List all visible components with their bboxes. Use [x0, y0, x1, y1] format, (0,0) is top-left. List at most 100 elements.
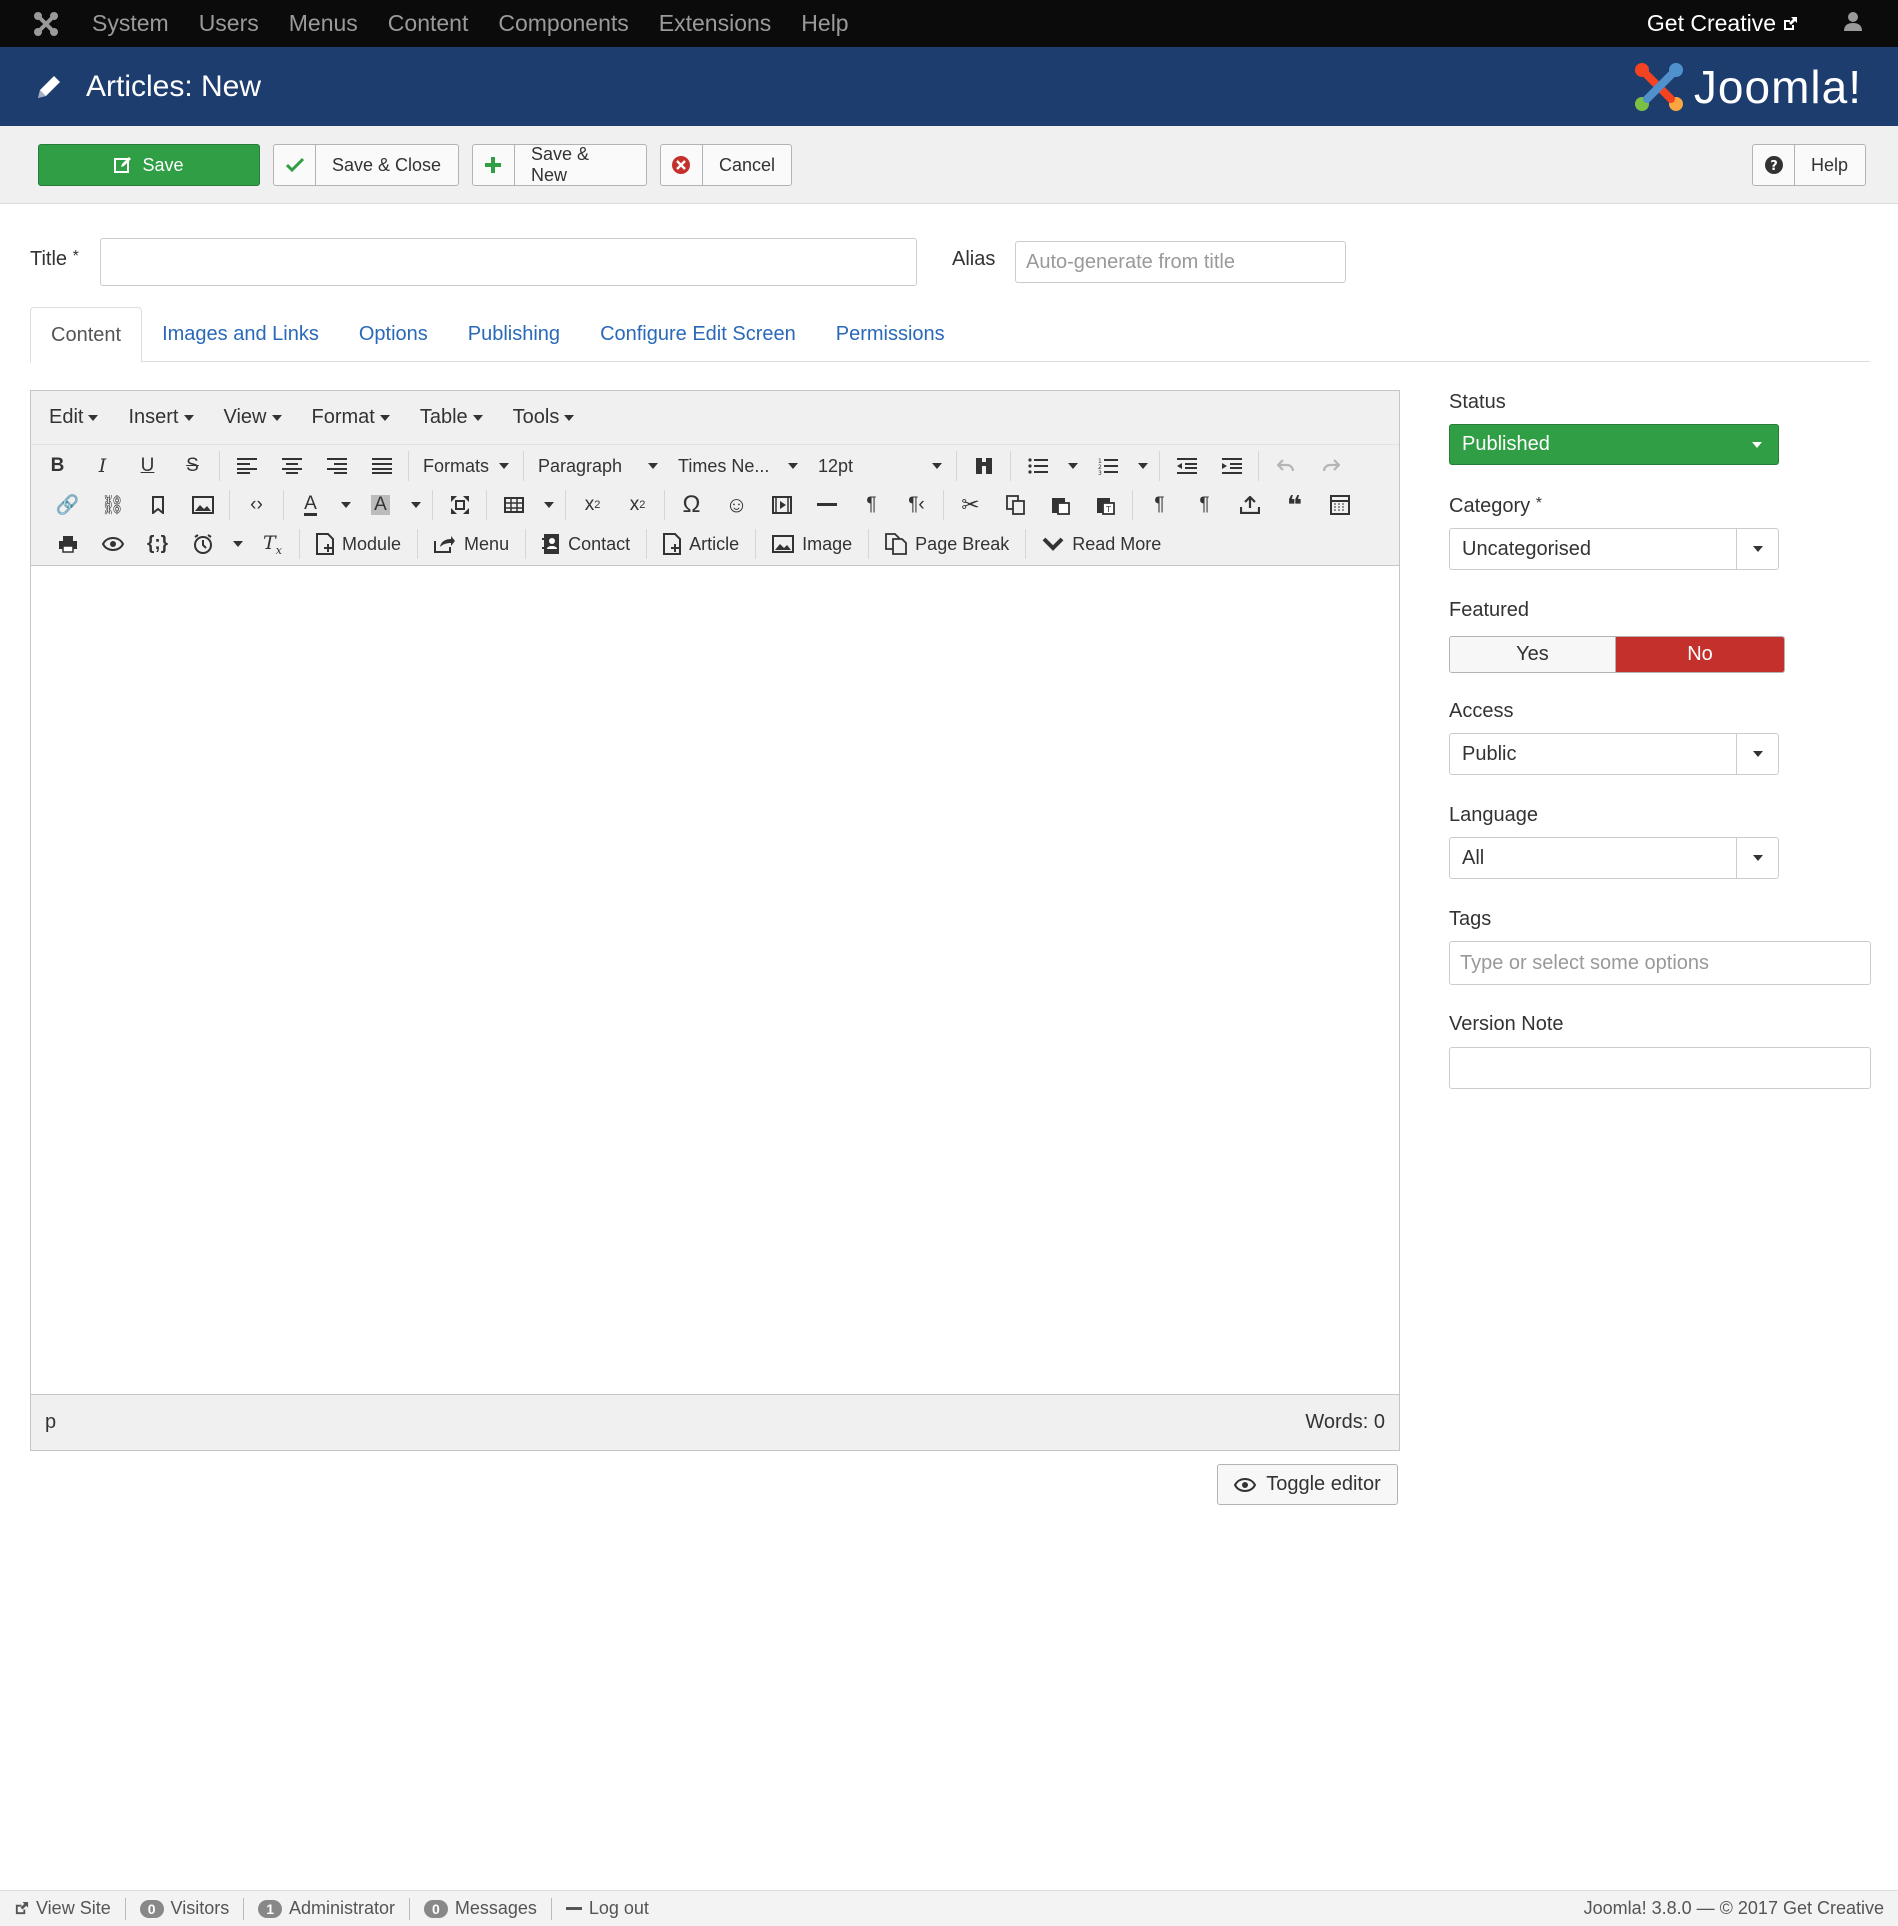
- insert-time-icon[interactable]: [180, 525, 225, 563]
- help-button[interactable]: ? Help: [1752, 144, 1866, 186]
- font-family-select[interactable]: Times Ne...: [668, 447, 808, 485]
- find-replace-icon[interactable]: [961, 447, 1006, 485]
- template-icon[interactable]: [1317, 486, 1362, 524]
- caret-down-icon[interactable]: [1130, 447, 1155, 485]
- contact-button[interactable]: Contact: [530, 525, 642, 563]
- toggle-editor-button[interactable]: Toggle editor: [1217, 1464, 1398, 1505]
- media-icon[interactable]: [759, 486, 804, 524]
- nav-extensions[interactable]: Extensions: [659, 10, 772, 37]
- clear-formatting-icon[interactable]: Tx: [250, 525, 295, 563]
- tab-images-links[interactable]: Images and Links: [142, 307, 339, 362]
- insert-upload-icon[interactable]: [1227, 486, 1272, 524]
- category-select[interactable]: Uncategorised: [1449, 528, 1779, 570]
- alias-input[interactable]: Auto-generate from title: [1015, 241, 1346, 283]
- save-button[interactable]: Save: [38, 144, 260, 186]
- save-close-button[interactable]: Save & Close: [273, 144, 459, 186]
- table-icon[interactable]: [491, 486, 536, 524]
- nav-content[interactable]: Content: [388, 10, 469, 37]
- strikethrough-icon[interactable]: S: [170, 447, 215, 485]
- tab-publishing[interactable]: Publishing: [448, 307, 580, 362]
- article-button[interactable]: Article: [651, 525, 751, 563]
- outdent-icon[interactable]: [1164, 447, 1209, 485]
- tab-configure-edit-screen[interactable]: Configure Edit Screen: [580, 307, 816, 362]
- version-note-input[interactable]: [1449, 1047, 1871, 1089]
- menu-format[interactable]: Format: [312, 406, 390, 429]
- ltr-icon[interactable]: ¶: [849, 486, 894, 524]
- code-icon[interactable]: ‹›: [234, 486, 279, 524]
- align-right-icon[interactable]: [314, 447, 359, 485]
- show-blocks-icon[interactable]: ¶: [1137, 486, 1182, 524]
- italic-icon[interactable]: I: [80, 447, 125, 485]
- access-select[interactable]: Public: [1449, 733, 1779, 775]
- administrator-link[interactable]: 1 Administrator: [244, 1897, 411, 1920]
- print-icon[interactable]: [45, 525, 90, 563]
- menu-tools[interactable]: Tools: [513, 406, 575, 429]
- blockquote-icon[interactable]: ❝: [1272, 486, 1317, 524]
- menu-table[interactable]: Table: [420, 406, 483, 429]
- messages-link[interactable]: 0 Messages: [410, 1897, 552, 1920]
- numbered-list-icon[interactable]: 123: [1085, 447, 1130, 485]
- tags-input[interactable]: Type or select some options: [1449, 941, 1871, 985]
- emoticons-icon[interactable]: ☺: [714, 486, 759, 524]
- code-sample-icon[interactable]: {;}: [135, 525, 180, 563]
- menu-insert[interactable]: Insert: [128, 406, 194, 429]
- save-new-button[interactable]: Save & New: [472, 144, 647, 186]
- caret-down-icon[interactable]: [536, 486, 561, 524]
- font-size-select[interactable]: 12pt: [808, 447, 952, 485]
- cancel-button[interactable]: Cancel: [660, 144, 792, 186]
- element-path[interactable]: p: [45, 1411, 56, 1434]
- featured-no-button[interactable]: No: [1616, 637, 1784, 672]
- rtl-icon[interactable]: ¶‹: [894, 486, 939, 524]
- indent-icon[interactable]: [1209, 447, 1254, 485]
- image-icon[interactable]: [180, 486, 225, 524]
- user-icon[interactable]: [1844, 11, 1862, 36]
- undo-icon[interactable]: [1263, 447, 1308, 485]
- tab-options[interactable]: Options: [339, 307, 448, 362]
- text-color-icon[interactable]: A: [288, 486, 333, 524]
- subscript-icon[interactable]: x2: [570, 486, 615, 524]
- menu-view[interactable]: View: [224, 406, 282, 429]
- redo-icon[interactable]: [1308, 447, 1353, 485]
- paste-text-icon[interactable]: T: [1083, 486, 1128, 524]
- nav-system[interactable]: System: [92, 10, 169, 37]
- caret-down-icon[interactable]: [403, 486, 428, 524]
- unlink-icon[interactable]: ⛓: [90, 486, 135, 524]
- align-center-icon[interactable]: [269, 447, 314, 485]
- page-break-button[interactable]: Page Break: [873, 525, 1021, 563]
- preview-icon[interactable]: [90, 525, 135, 563]
- tab-permissions[interactable]: Permissions: [816, 307, 965, 362]
- nav-components[interactable]: Components: [498, 10, 628, 37]
- caret-down-icon[interactable]: [1060, 447, 1085, 485]
- bold-icon[interactable]: B: [35, 447, 80, 485]
- menu-edit[interactable]: Edit: [49, 406, 99, 429]
- nav-menus[interactable]: Menus: [289, 10, 358, 37]
- anchor-icon[interactable]: [135, 486, 180, 524]
- fullscreen-icon[interactable]: [437, 486, 482, 524]
- formats-select[interactable]: Formats: [413, 447, 519, 485]
- read-more-button[interactable]: Read More: [1030, 525, 1173, 563]
- special-character-icon[interactable]: Ω: [669, 486, 714, 524]
- block-format-select[interactable]: Paragraph: [528, 447, 668, 485]
- logout-link[interactable]: Log out: [552, 1898, 663, 1920]
- caret-down-icon[interactable]: [333, 486, 358, 524]
- background-color-icon[interactable]: A: [358, 486, 403, 524]
- nav-users[interactable]: Users: [199, 10, 259, 37]
- language-select[interactable]: All: [1449, 837, 1779, 879]
- caret-down-icon[interactable]: [225, 525, 250, 563]
- horizontal-rule-icon[interactable]: [804, 486, 849, 524]
- link-icon[interactable]: 🔗: [45, 486, 90, 524]
- site-link[interactable]: Get Creative: [1647, 10, 1798, 37]
- superscript-icon[interactable]: x2: [615, 486, 660, 524]
- status-select[interactable]: Published: [1449, 424, 1779, 465]
- module-button[interactable]: Module: [304, 525, 413, 563]
- nav-help[interactable]: Help: [801, 10, 848, 37]
- menu-button[interactable]: Menu: [422, 525, 521, 563]
- tab-content[interactable]: Content: [30, 307, 143, 363]
- bullet-list-icon[interactable]: [1015, 447, 1060, 485]
- visual-chars-icon[interactable]: ¶: [1182, 486, 1227, 524]
- paste-icon[interactable]: [1038, 486, 1083, 524]
- joomla-menu-icon[interactable]: [0, 0, 92, 47]
- editor-content-area[interactable]: [31, 566, 1399, 1394]
- align-left-icon[interactable]: [224, 447, 269, 485]
- underline-icon[interactable]: U: [125, 447, 170, 485]
